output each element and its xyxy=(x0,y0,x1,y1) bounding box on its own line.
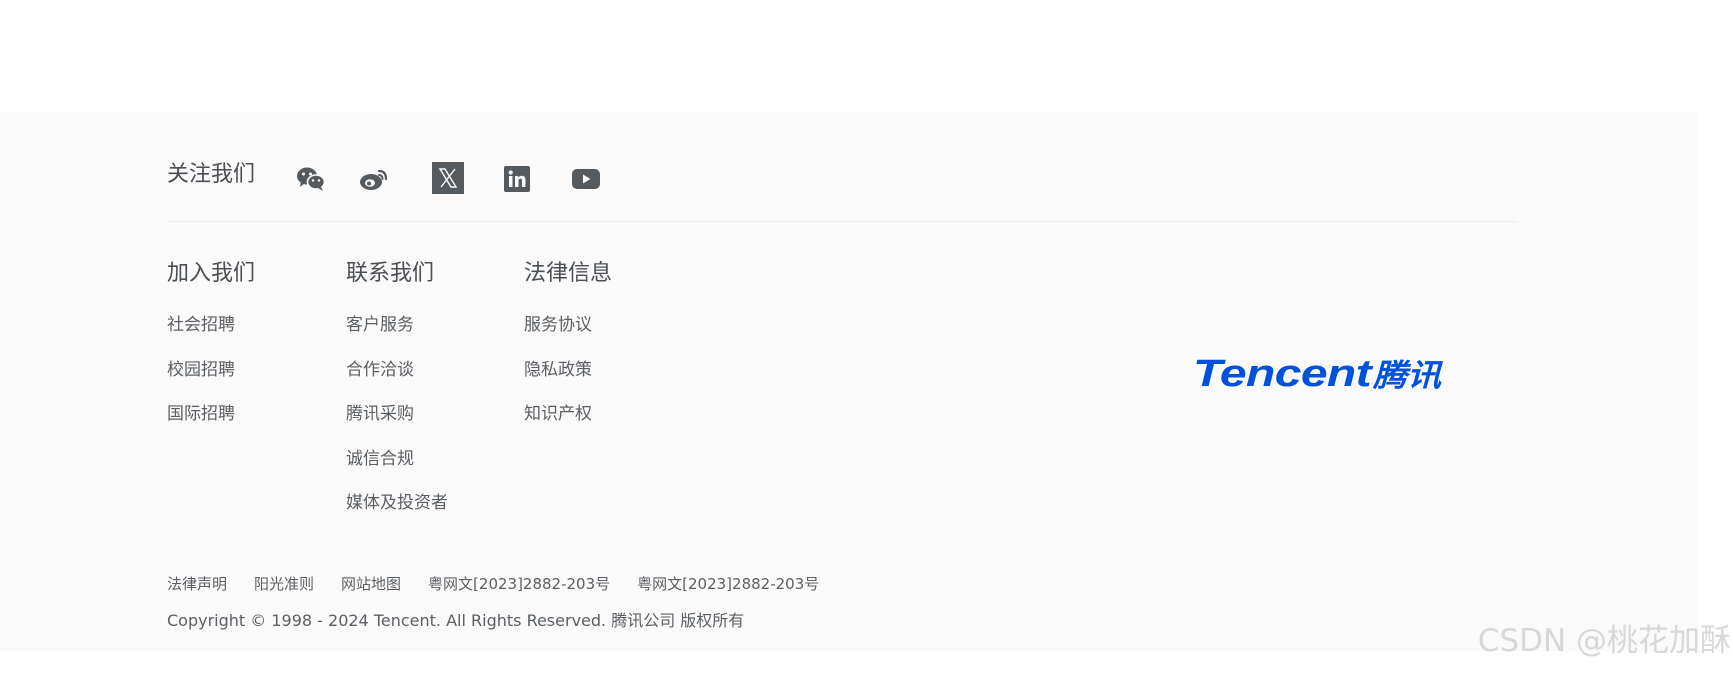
logo-text-zh: 腾讯 xyxy=(1372,358,1443,393)
copyright-text: Copyright © 1998 - 2024 Tencent. All Rig… xyxy=(167,611,745,630)
follow-us-title: 关注我们 xyxy=(167,162,256,187)
link-service-agreement[interactable]: 服务协议 xyxy=(524,313,612,337)
column-title: 加入我们 xyxy=(167,261,256,286)
footer-column-legal: 法律信息 服务协议 隐私政策 知识产权 xyxy=(524,260,612,447)
x-icon[interactable] xyxy=(432,162,464,194)
link-media-investors[interactable]: 媒体及投资者 xyxy=(346,491,448,515)
link-procurement[interactable]: 腾讯采购 xyxy=(346,402,448,426)
link-license-1[interactable]: 粤网文[2023]2882-203号 xyxy=(428,574,610,594)
watermark: CSDN @桃花加酥 xyxy=(1477,623,1731,659)
link-intellectual-property[interactable]: 知识产权 xyxy=(524,402,612,426)
bottom-links: 法律声明 阳光准则 网站地图 粤网文[2023]2882-203号 粤网文[20… xyxy=(167,574,846,594)
logo-text-en: Tencent xyxy=(1193,353,1373,393)
weibo-icon[interactable] xyxy=(358,163,390,195)
link-international-recruitment[interactable]: 国际招聘 xyxy=(167,402,255,426)
link-campus-recruitment[interactable]: 校园招聘 xyxy=(167,358,255,382)
link-sunshine-code[interactable]: 阳光准则 xyxy=(254,574,314,594)
column-title: 法律信息 xyxy=(524,261,613,286)
link-sitemap[interactable]: 网站地图 xyxy=(341,574,401,594)
link-license-2[interactable]: 粤网文[2023]2882-203号 xyxy=(637,574,819,594)
column-title: 联系我们 xyxy=(346,261,435,286)
site-footer: 关注我们 加入我们 社会招聘 校园招聘 国际招聘 联系我们 客户服务 合作洽谈 … xyxy=(0,112,1697,651)
link-social-recruitment[interactable]: 社会招聘 xyxy=(167,313,255,337)
link-privacy-policy[interactable]: 隐私政策 xyxy=(524,358,612,382)
link-integrity-compliance[interactable]: 诚信合规 xyxy=(346,447,448,471)
footer-column-join: 加入我们 社会招聘 校园招聘 国际招聘 xyxy=(167,260,255,447)
tencent-logo: Tencent 腾讯 xyxy=(1193,353,1443,393)
follow-us-row: 关注我们 xyxy=(167,148,1518,222)
link-customer-service[interactable]: 客户服务 xyxy=(346,313,448,337)
linkedin-icon[interactable] xyxy=(501,163,533,195)
youtube-icon[interactable] xyxy=(570,163,602,195)
footer-column-contact: 联系我们 客户服务 合作洽谈 腾讯采购 诚信合规 媒体及投资者 xyxy=(346,260,448,536)
link-cooperation[interactable]: 合作洽谈 xyxy=(346,358,448,382)
wechat-icon[interactable] xyxy=(295,163,327,195)
link-legal-statement[interactable]: 法律声明 xyxy=(167,574,227,594)
